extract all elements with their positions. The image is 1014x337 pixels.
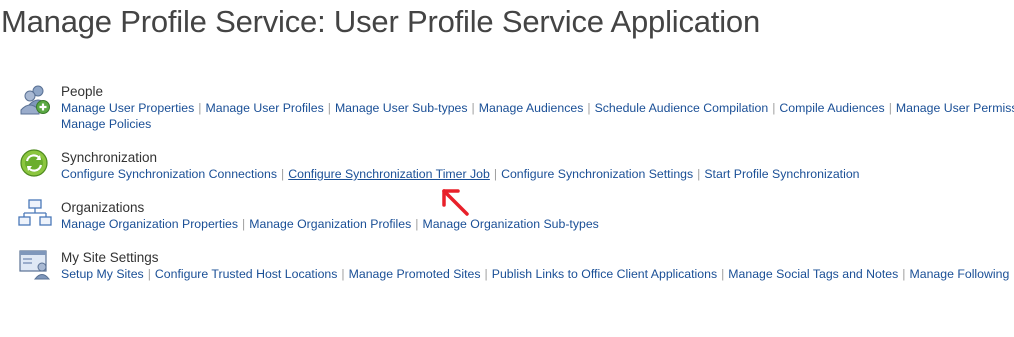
section-heading-people: People — [61, 84, 104, 99]
organizations-links: Manage Organization Properties | Manage Or… — [61, 217, 599, 231]
manage-user-permissions-link[interactable]: Manage User Permissions — [896, 101, 1014, 115]
manage-policies-link[interactable]: Manage Policies — [61, 117, 151, 131]
manage-following-link[interactable]: Manage Following — [910, 267, 1010, 281]
section-heading-synchronization: Synchronization — [61, 150, 158, 165]
manage-audiences-link[interactable]: Manage Audiences — [479, 101, 584, 115]
publish-links-office-link[interactable]: Publish Links to Office Client Applicati… — [492, 267, 717, 281]
section-heading-organizations: Organizations — [61, 200, 145, 215]
configure-sync-settings-link[interactable]: Configure Synchronization Settings — [501, 167, 693, 181]
people-icon — [20, 85, 50, 115]
manage-org-profiles-link[interactable]: Manage Organization Profiles — [249, 217, 411, 231]
manage-user-sub-types-link[interactable]: Manage User Sub-types — [335, 101, 468, 115]
compile-audiences-link[interactable]: Compile Audiences — [779, 101, 884, 115]
configure-sync-connections-link[interactable]: Configure Synchronization Connections — [61, 167, 277, 181]
people-links: Manage User Properties | Manage User Profi… — [61, 100, 1014, 132]
org-chart-icon — [18, 199, 52, 226]
sync-icon — [20, 149, 48, 177]
annotation-arrow-icon — [442, 189, 469, 216]
setup-my-sites-link[interactable]: Setup My Sites — [61, 267, 144, 281]
my-site-settings-links: Setup My Sites | Configure Trusted Host Lo… — [61, 267, 1010, 281]
start-profile-sync-link[interactable]: Start Profile Synchronization — [704, 167, 859, 181]
manage-social-tags-link[interactable]: Manage Social Tags and Notes — [728, 267, 898, 281]
manage-org-sub-types-link[interactable]: Manage Organization Sub-types — [422, 217, 598, 231]
manage-user-properties-link[interactable]: Manage User Properties — [61, 101, 194, 115]
configure-trusted-host-locations-link[interactable]: Configure Trusted Host Locations — [155, 267, 338, 281]
my-site-icon — [19, 250, 51, 280]
section-heading-my-site-settings: My Site Settings — [61, 250, 159, 265]
manage-org-properties-link[interactable]: Manage Organization Properties — [61, 217, 238, 231]
schedule-audience-compilation-link[interactable]: Schedule Audience Compilation — [595, 101, 769, 115]
configure-sync-timer-job-link[interactable]: Configure Synchronization Timer Job — [288, 167, 490, 181]
synchronization-links: Configure Synchronization Connections | Co… — [61, 167, 860, 181]
manage-user-profiles-link[interactable]: Manage User Profiles — [205, 101, 323, 115]
manage-promoted-sites-link[interactable]: Manage Promoted Sites — [349, 267, 481, 281]
page-title: Manage Profile Service: User Profile Ser… — [1, 4, 760, 39]
